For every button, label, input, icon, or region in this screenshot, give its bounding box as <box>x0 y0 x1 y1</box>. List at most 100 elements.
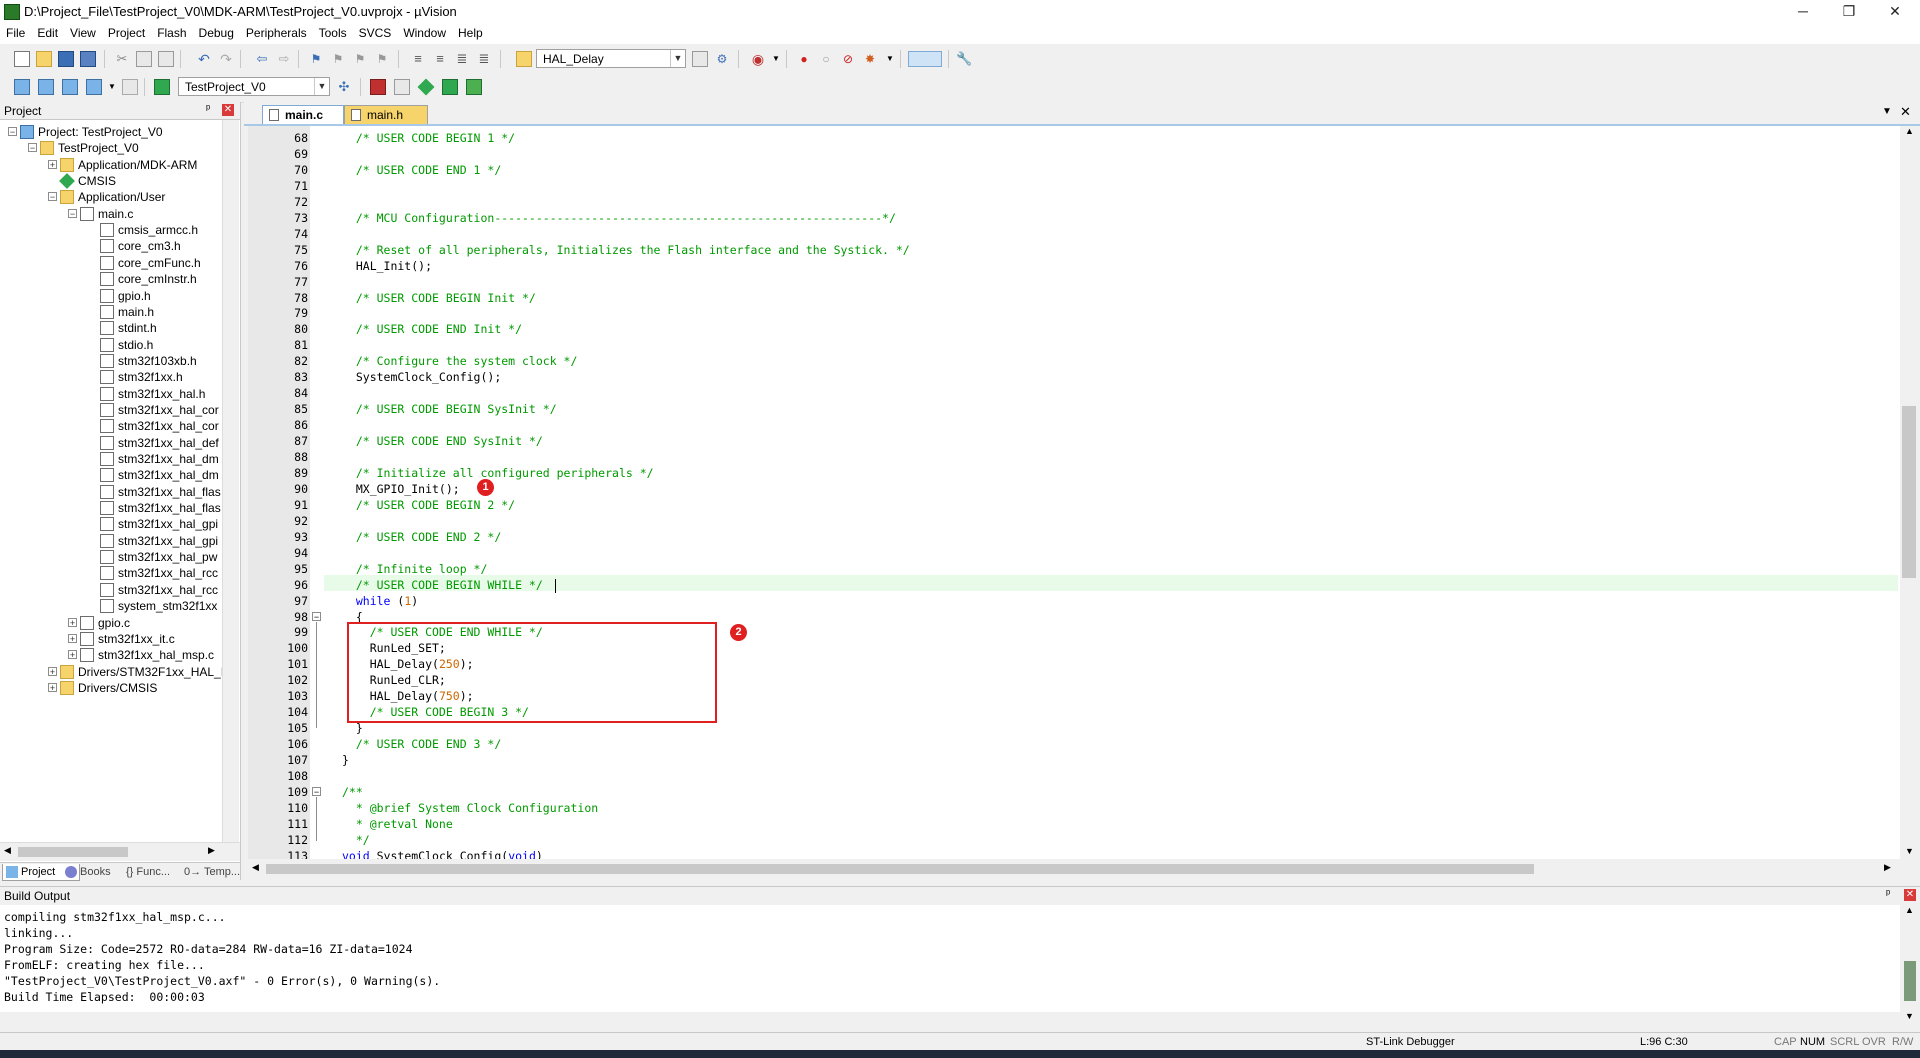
chevron-down-icon[interactable]: ▼ <box>314 78 329 95</box>
menu-svcs[interactable]: SVCS <box>353 24 398 40</box>
find-combo[interactable]: HAL_Delay ▼ <box>536 49 686 68</box>
breakpoint-kill-all-icon[interactable]: ✸ <box>862 51 878 67</box>
collapse-icon[interactable]: − <box>48 192 57 202</box>
expand-icon[interactable]: + <box>48 159 57 169</box>
close-tab-icon[interactable]: ✕ <box>1900 104 1911 120</box>
stop-build-icon[interactable] <box>122 79 138 95</box>
menu-flash[interactable]: Flash <box>151 24 192 40</box>
chevron-down-icon[interactable]: ▼ <box>882 51 898 67</box>
menu-file[interactable]: File <box>0 24 31 40</box>
find-icon[interactable] <box>692 51 708 67</box>
menu-project[interactable]: Project <box>102 24 151 40</box>
redo-icon[interactable]: ↷ <box>218 51 234 67</box>
bookmark-prev-icon[interactable]: ⚑ <box>330 51 346 67</box>
new-file-icon[interactable] <box>14 51 30 67</box>
fold-toggle[interactable]: − <box>312 612 321 622</box>
build-output-text[interactable] <box>0 905 1900 1012</box>
tab-functions[interactable]: {} Func... <box>122 864 184 880</box>
tree-item[interactable]: + Drivers/CMSIS <box>0 678 220 698</box>
tab-main-c[interactable]: main.c <box>262 105 344 124</box>
save-all-icon[interactable] <box>80 51 96 67</box>
scroll-right-icon[interactable]: ▶ <box>208 845 215 856</box>
debug-session-icon[interactable]: ◉ <box>750 51 766 67</box>
scroll-down-icon[interactable]: ▼ <box>1905 1011 1914 1021</box>
breakpoint-enable-icon[interactable]: ○ <box>818 51 834 67</box>
scroll-up-icon[interactable]: ▲ <box>1905 126 1914 136</box>
uncomment-icon[interactable]: ≣ <box>476 51 492 67</box>
pin-icon[interactable]: ᵖ <box>1886 888 1890 900</box>
scroll-left-icon[interactable]: ◀ <box>4 845 11 856</box>
navigate-back-icon[interactable]: ⇦ <box>254 51 270 67</box>
manage-components-icon[interactable] <box>394 79 410 95</box>
window-layout-icon[interactable] <box>908 51 942 67</box>
unindent-icon[interactable]: ≡ <box>432 51 448 67</box>
copy-icon[interactable] <box>136 51 152 67</box>
scroll-thumb[interactable] <box>1904 961 1916 1001</box>
scroll-down-icon[interactable]: ▼ <box>1905 846 1914 856</box>
manage-project-items-icon[interactable] <box>370 79 386 95</box>
minimize-button[interactable]: ─ <box>1780 0 1826 24</box>
indent-icon[interactable]: ≡ <box>410 51 426 67</box>
pin-icon[interactable]: ᵖ <box>206 103 210 115</box>
batch-build-icon[interactable] <box>86 79 102 95</box>
rebuild-icon[interactable] <box>62 79 78 95</box>
navigate-forward-icon[interactable]: ⇨ <box>276 51 292 67</box>
configure-tools-icon[interactable]: 🔧 <box>956 51 972 67</box>
find-in-files-icon[interactable] <box>516 51 532 67</box>
scroll-right-icon[interactable]: ▶ <box>1884 862 1891 873</box>
fold-toggle[interactable]: − <box>312 787 321 797</box>
collapse-icon[interactable]: − <box>68 208 77 218</box>
menu-edit[interactable]: Edit <box>31 24 64 40</box>
paste-icon[interactable] <box>158 51 174 67</box>
scroll-up-icon[interactable]: ▲ <box>1905 905 1914 915</box>
save-icon[interactable] <box>58 51 74 67</box>
menu-window[interactable]: Window <box>397 24 452 40</box>
scroll-thumb[interactable] <box>18 847 128 857</box>
translate-icon[interactable] <box>14 79 30 95</box>
collapse-icon[interactable]: − <box>8 127 17 137</box>
download-icon[interactable] <box>154 79 170 95</box>
chevron-down-icon[interactable]: ▼ <box>104 79 120 95</box>
build-icon[interactable] <box>38 79 54 95</box>
project-tree-hscrollbar[interactable]: ◀ ▶ <box>0 842 240 861</box>
select-packs-icon[interactable] <box>442 79 458 95</box>
breakpoint-disable-all-icon[interactable]: ⊘ <box>840 51 856 67</box>
tab-main-h[interactable]: main.h <box>344 105 428 124</box>
menu-help[interactable]: Help <box>452 24 489 40</box>
expand-icon[interactable]: + <box>68 617 77 627</box>
tab-templates[interactable]: 0→ Temp... <box>180 864 244 880</box>
scroll-left-icon[interactable]: ◀ <box>252 862 259 873</box>
comment-icon[interactable]: ≣ <box>454 51 470 67</box>
expand-icon[interactable]: + <box>48 682 57 692</box>
undo-icon[interactable]: ↶ <box>196 51 212 67</box>
editor-vscroll-thumb[interactable] <box>1902 406 1916 578</box>
manage-run-time-environment-icon[interactable] <box>417 78 435 96</box>
close-button[interactable]: ✕ <box>1872 0 1918 24</box>
menu-debug[interactable]: Debug <box>193 24 240 40</box>
bookmark-clear-icon[interactable]: ⚑ <box>374 51 390 67</box>
tab-list-dropdown-icon[interactable]: ▼ <box>1882 106 1892 117</box>
menu-view[interactable]: View <box>64 24 102 40</box>
incremental-find-icon[interactable]: ⚙ <box>714 51 730 67</box>
close-panel-icon[interactable]: ✕ <box>1904 889 1916 901</box>
menu-peripherals[interactable]: Peripherals <box>240 24 313 40</box>
editor-hscroll-thumb[interactable] <box>266 864 1534 874</box>
target-options-icon[interactable]: ✣ <box>336 79 352 95</box>
maximize-button[interactable]: ❐ <box>1826 0 1872 24</box>
menu-tools[interactable]: Tools <box>313 24 353 40</box>
bookmark-toggle-icon[interactable]: ⚑ <box>308 51 324 67</box>
project-tree-vscrollbar[interactable] <box>222 120 239 842</box>
expand-icon[interactable]: + <box>48 666 57 676</box>
open-folder-icon[interactable] <box>36 51 52 67</box>
expand-icon[interactable]: + <box>68 633 77 643</box>
chevron-down-icon[interactable]: ▼ <box>670 50 685 67</box>
build-output-vscrollbar[interactable]: ▲ ▼ <box>1900 905 1920 1025</box>
breakpoint-insert-icon[interactable]: ● <box>796 51 812 67</box>
cut-icon[interactable]: ✂ <box>114 51 130 67</box>
pack-installer-icon[interactable] <box>466 79 482 95</box>
bookmark-next-icon[interactable]: ⚑ <box>352 51 368 67</box>
target-combo[interactable]: TestProject_V0 ▼ <box>178 77 330 96</box>
chevron-down-icon[interactable]: ▼ <box>768 51 784 67</box>
expand-icon[interactable]: + <box>68 650 77 660</box>
close-panel-icon[interactable]: ✕ <box>222 104 234 116</box>
